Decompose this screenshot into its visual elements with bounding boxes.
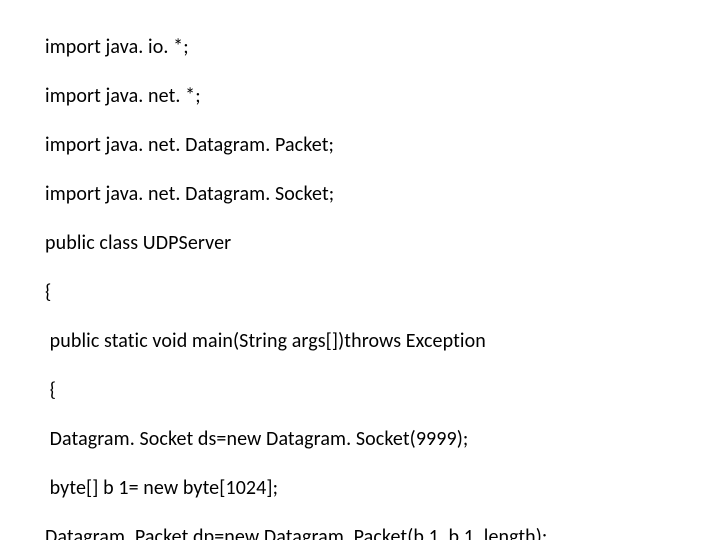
code-line: import java. net. Datagram. Packet; [45,133,720,158]
code-line: import java. net. *; [45,84,720,109]
code-line: import java. io. *; [45,35,720,60]
code-line: Datagram. Packet dp=new Datagram. Packet… [45,525,720,540]
code-line: import java. net. Datagram. Socket; [45,182,720,207]
code-line: Datagram. Socket ds=new Datagram. Socket… [45,427,720,452]
code-line: byte[] b 1= new byte[1024]; [45,476,720,501]
code-line: public static void main(String args[])th… [45,329,720,354]
code-line: public class UDPServer [45,231,720,256]
code-block: import java. io. *; import java. net. *;… [0,0,720,540]
code-line: { [45,280,720,305]
code-line: { [45,378,720,403]
